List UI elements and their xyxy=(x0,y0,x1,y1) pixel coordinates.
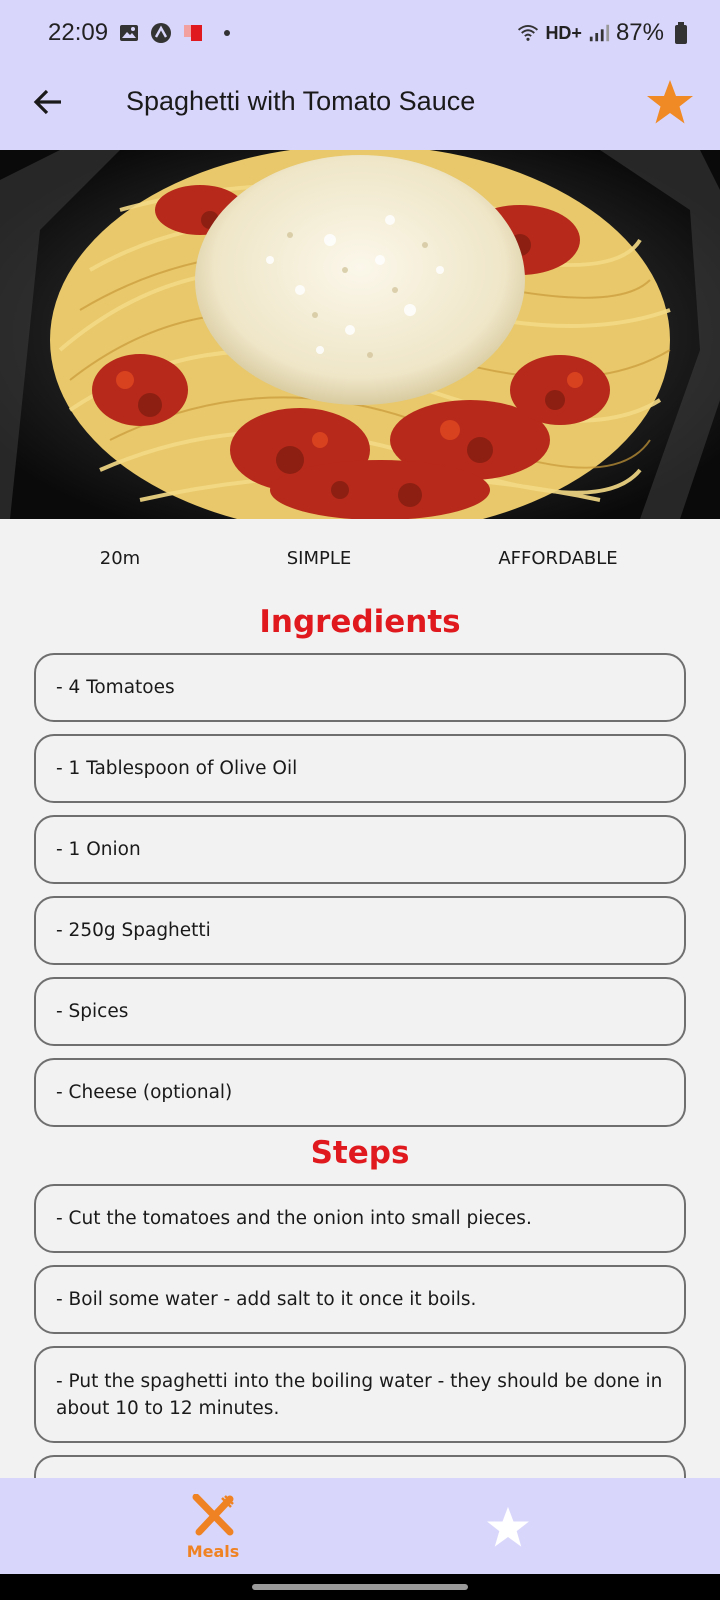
meal-meta-row: 20m SIMPLE AFFORDABLE xyxy=(0,548,720,578)
nav-meals-tab[interactable]: Meals xyxy=(133,1478,293,1574)
battery-icon xyxy=(670,22,692,44)
step-item: - Put the spaghetti into the boiling wat… xyxy=(34,1346,686,1443)
home-gesture-handle[interactable] xyxy=(252,1584,468,1590)
ingredient-item: - 4 Tomatoes xyxy=(34,653,686,722)
status-time: 22:09 xyxy=(48,19,109,46)
system-gesture-bar xyxy=(0,1574,720,1600)
nav-meals-label: Meals xyxy=(186,1542,240,1561)
steps-heading: Steps xyxy=(310,1135,410,1171)
status-left: 22:09 xyxy=(48,19,231,47)
back-button[interactable] xyxy=(26,82,70,126)
ingredients-heading: Ingredients xyxy=(259,604,461,640)
image-notification-icon xyxy=(118,22,140,44)
bottom-navigation: Meals xyxy=(0,1478,720,1574)
status-right: HD+ 87% xyxy=(517,19,692,47)
star-icon xyxy=(646,79,694,129)
favorite-button[interactable] xyxy=(644,78,696,130)
arrow-left-icon xyxy=(32,86,64,122)
step-item: - Boil some water - add salt to it once … xyxy=(34,1265,686,1334)
ingredient-item: - 1 Onion xyxy=(34,815,686,884)
meal-image xyxy=(0,150,720,519)
meal-complexity: SIMPLE xyxy=(286,548,352,569)
status-bar: 22:09 HD+ 87% xyxy=(0,0,720,66)
flag-notification-icon xyxy=(182,22,204,44)
ingredient-item: - 1 Tablespoon of Olive Oil xyxy=(34,734,686,803)
app-bar: Spaghetti with Tomato Sauce xyxy=(0,66,720,150)
page-title: Spaghetti with Tomato Sauce xyxy=(126,86,476,116)
battery-percent: 87% xyxy=(615,19,664,46)
network-type: HD+ xyxy=(545,22,582,43)
ingredients-list: - 4 Tomatoes - 1 Tablespoon of Olive Oil… xyxy=(34,653,686,1127)
nav-favorites-tab[interactable] xyxy=(428,1478,588,1574)
steps-list: - Cut the tomatoes and the onion into sm… xyxy=(34,1184,686,1524)
star-icon xyxy=(486,1506,530,1552)
app-notification-icon xyxy=(150,22,172,44)
ingredient-item: - Cheese (optional) xyxy=(34,1058,686,1127)
ingredient-item: - Spices xyxy=(34,977,686,1046)
more-notifications-dot xyxy=(224,30,231,36)
signal-icon xyxy=(588,22,610,44)
fork-knife-icon xyxy=(191,1493,235,1540)
meal-affordability: AFFORDABLE xyxy=(498,548,618,569)
ingredient-item: - 250g Spaghetti xyxy=(34,896,686,965)
step-item: - Cut the tomatoes and the onion into sm… xyxy=(34,1184,686,1253)
meal-duration: 20m xyxy=(99,548,141,569)
wifi-icon xyxy=(517,22,539,44)
